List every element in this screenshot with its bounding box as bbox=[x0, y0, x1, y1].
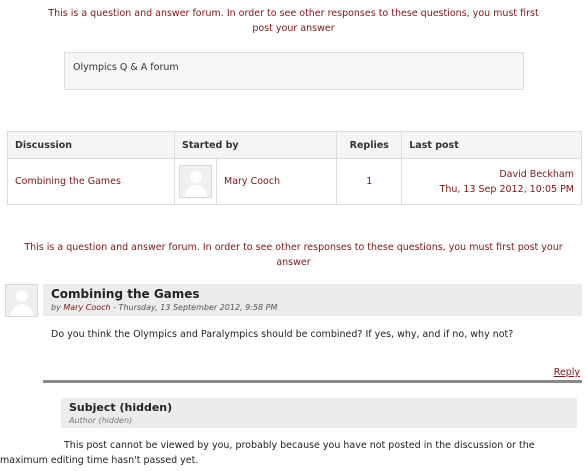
hidden-message-line1: This post cannot be viewed by you, proba… bbox=[64, 440, 535, 451]
post-divider bbox=[43, 380, 582, 383]
reply-link[interactable]: Reply bbox=[554, 367, 580, 378]
forum-intro-text: Olympics Q & A forum bbox=[73, 62, 179, 73]
forum-notice-mid: This is a question and answer forum. In … bbox=[24, 242, 563, 268]
starter-avatar-cell bbox=[174, 158, 217, 205]
hidden-post-header: Subject (hidden) Author (hidden) bbox=[61, 398, 577, 428]
post-author-link[interactable]: Mary Cooch bbox=[63, 303, 110, 312]
forum-notice-top: This is a question and answer forum. In … bbox=[48, 8, 539, 34]
user-avatar-icon[interactable] bbox=[179, 165, 212, 198]
forum-intro-box: Olympics Q & A forum bbox=[64, 52, 524, 90]
post-meta-date: - Thursday, 13 September 2012, 9:58 PM bbox=[110, 303, 278, 312]
last-post-date-link[interactable]: Thu, 13 Sep 2012, 10:05 PM bbox=[409, 182, 574, 197]
starter-name-link[interactable]: Mary Cooch bbox=[215, 158, 338, 205]
discussion-link[interactable]: Combining the Games bbox=[7, 158, 175, 205]
hidden-message-line2: maximum editing time hasn't passed yet. bbox=[0, 455, 199, 466]
hidden-post-message: This post cannot be viewed by you, proba… bbox=[0, 438, 587, 468]
post-meta-by: by bbox=[51, 303, 64, 312]
hidden-post-title: Subject (hidden) bbox=[69, 401, 173, 414]
last-post-author-link[interactable]: David Beckham bbox=[409, 167, 574, 182]
post-meta: by Mary Cooch - Thursday, 13 September 2… bbox=[51, 303, 574, 312]
header-discussion: Discussion bbox=[7, 131, 175, 159]
header-started-by: Started by bbox=[173, 131, 338, 159]
table-row: Combining the Games Mary Cooch 1 David B… bbox=[7, 158, 582, 205]
hidden-post: Subject (hidden) Author (hidden) bbox=[61, 398, 577, 428]
post-content: Do you think the Olympics and Paralympic… bbox=[51, 329, 514, 340]
post-header: Combining the Games by Mary Cooch - Thur… bbox=[43, 284, 582, 316]
hidden-post-meta: Author (hidden) bbox=[69, 416, 133, 425]
last-post-cell: David Beckham Thu, 13 Sep 2012, 10:05 PM bbox=[401, 158, 582, 205]
replies-count-link[interactable]: 1 bbox=[336, 158, 403, 205]
discussion-table: Discussion Started by Replies Last post … bbox=[7, 131, 582, 205]
header-replies: Replies bbox=[336, 131, 403, 159]
post-title: Combining the Games bbox=[51, 287, 200, 301]
header-last-post: Last post bbox=[401, 131, 582, 159]
table-header-row: Discussion Started by Replies Last post bbox=[7, 131, 582, 159]
user-avatar-icon[interactable] bbox=[5, 284, 38, 317]
